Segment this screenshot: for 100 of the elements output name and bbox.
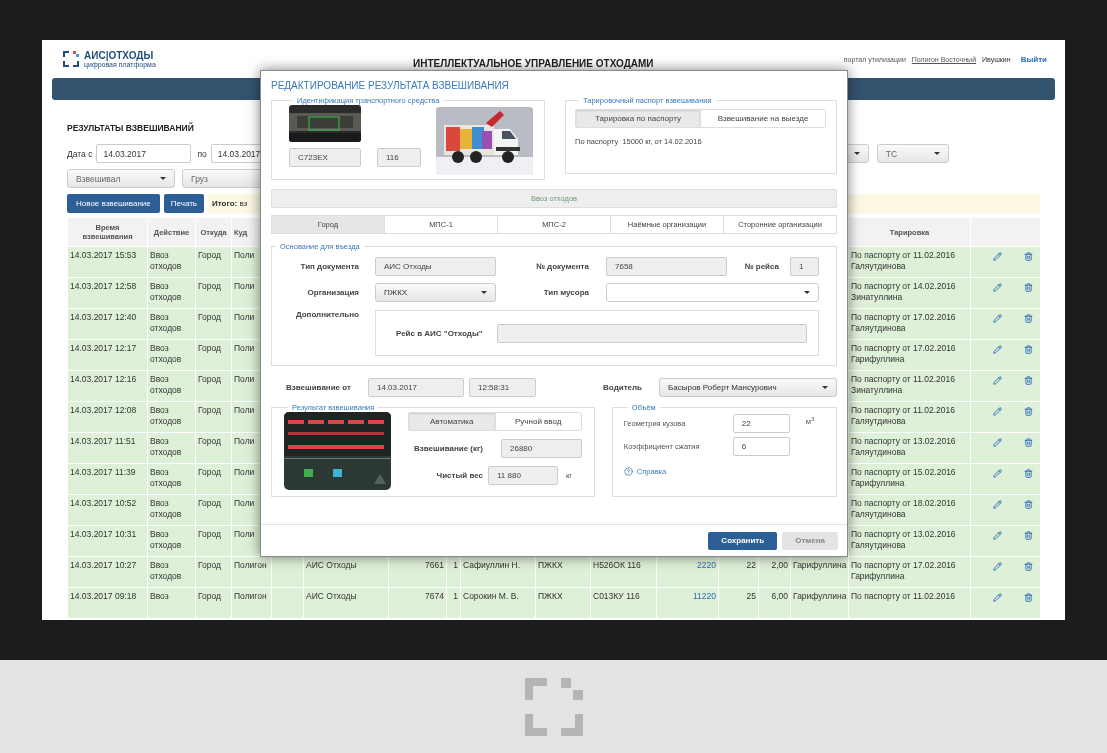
edit-icon[interactable] (993, 283, 1002, 292)
edit-icon[interactable] (993, 593, 1002, 602)
field-label: Чистый вес (435, 471, 483, 480)
table-cell: 14.03.2017 11:51 (67, 432, 148, 464)
edit-icon[interactable] (993, 500, 1002, 509)
table-cell: Ввоз отходов (147, 246, 196, 278)
plate-field[interactable]: С723ЕХ (289, 148, 361, 167)
logout-link[interactable]: Выйти (1020, 54, 1047, 64)
table-cell: 14.03.2017 15:53 (67, 246, 148, 278)
trash-icon[interactable] (1024, 283, 1033, 292)
table-cell: Сорокин М. В. (460, 587, 536, 619)
table-cell: По паспорту от 11.02.2016 Галяутдинова (848, 246, 971, 278)
edit-icon[interactable] (993, 407, 1002, 416)
table-cell: По паспорту от 15.02.2016 Гарифуллина (848, 463, 971, 495)
filter-select[interactable]: Взвешивал (67, 169, 175, 188)
trash-icon[interactable] (1024, 345, 1033, 354)
table-cell: Ввоз отходов (147, 339, 196, 371)
trash-icon[interactable] (1024, 314, 1033, 323)
doc-number-field[interactable]: 7658 (606, 257, 727, 276)
table-cell: По паспорту от 11.02.2016 Галяутдинова (848, 401, 971, 433)
edit-icon[interactable] (993, 531, 1002, 540)
waste-type-select[interactable] (606, 283, 819, 302)
field-label: по (197, 148, 207, 159)
table-cell: Ввоз отходов (147, 525, 196, 557)
table-cell: ПЖКХ (535, 556, 591, 588)
doc-type-field[interactable]: АИС Отходы (375, 257, 496, 276)
trash-icon[interactable] (1024, 438, 1033, 447)
table-cell: 14.03.2017 12:40 (67, 308, 148, 340)
caret-icon (160, 177, 166, 180)
edit-icon[interactable] (993, 469, 1002, 478)
body-volume-field[interactable]: 22 (732, 414, 790, 433)
table-cell: По паспорту от 17.02.2016 Гарифуллина (848, 339, 971, 371)
table-cell: ПЖКХ (535, 587, 591, 619)
gross-weight-field[interactable]: 26880 (501, 439, 582, 458)
field-label: Тип документа (299, 262, 359, 271)
trash-icon[interactable] (1024, 593, 1033, 602)
table-cell: По паспорту от 18.02.2016 Галяутдинова (848, 494, 971, 526)
table-cell: 14.03.2017 10:27 (67, 556, 148, 588)
table-cell: 14.03.2017 12:16 (67, 370, 148, 402)
field-label: Водитель (602, 383, 642, 392)
table-cell: Ввоз отходов (147, 277, 196, 309)
date-field[interactable]: 14.03.2017 (368, 378, 464, 397)
table-cell: Ввоз отходов (147, 401, 196, 433)
trash-icon[interactable] (1024, 469, 1033, 478)
table-cell: Ввоз отходов (147, 308, 196, 340)
help-icon (623, 467, 633, 476)
field-label: № рейса (743, 262, 779, 271)
edit-icon[interactable] (993, 345, 1002, 354)
net-weight-field[interactable]: 11 880 (488, 466, 558, 485)
filter-select[interactable]: ТС (876, 144, 949, 163)
table-cell: По паспорту от 11.02.2016 Зинатуллина (848, 370, 971, 402)
mode-toggle[interactable]: Тарировка по паспорту (576, 110, 701, 127)
table-cell: Ввоз отходов (147, 370, 196, 402)
field-label: Организация (306, 288, 359, 297)
app-title: ИНТЕЛЛЕКТУАЛЬНОЕ УПРАВЛЕНИЕ ОТХОДАМИ (413, 56, 655, 69)
table-cell: По паспорту от 14.02.2016 Зинатуллина (848, 277, 971, 309)
trash-icon[interactable] (1024, 500, 1033, 509)
edit-icon[interactable] (993, 314, 1002, 323)
mode-toggle[interactable]: Автоматика (409, 413, 496, 430)
edit-icon[interactable] (993, 438, 1002, 447)
logo-icon (524, 677, 583, 736)
table-cell: Н526ОК 116 (590, 556, 657, 588)
table-cell: АИС Отходы (303, 587, 389, 619)
trash-icon[interactable] (1024, 562, 1033, 571)
dialog-title: РЕДАКТИРОВАНИЕ РЕЗУЛЬТАТА ВЗВЕШИВАНИЯ (271, 80, 510, 93)
table-cell: По паспорту от 13.02.2016 Галяутдинова (848, 432, 971, 464)
table-cell: По паспорту от 17.02.2016 Гарифуллина (848, 556, 971, 588)
table-cell: Гарифуллина (790, 587, 849, 619)
field-label: № документа (534, 262, 589, 271)
driver-select[interactable]: Басыров Роберт Мансурович (659, 378, 837, 397)
field-label: Взвешивание от (286, 383, 352, 392)
table-cell: Ввоз отходов (147, 463, 196, 495)
trash-icon[interactable] (1024, 376, 1033, 385)
ais-trip-field[interactable] (497, 323, 807, 343)
table-cell: 14.03.2017 12:58 (67, 277, 148, 309)
table-cell: 14.03.2017 12:17 (67, 339, 148, 371)
compression-field[interactable]: 6 (732, 437, 790, 456)
edit-icon[interactable] (993, 376, 1002, 385)
table-cell: Гарифуллина (790, 556, 849, 588)
trash-icon[interactable] (1024, 531, 1033, 540)
table-cell: Сафиуллин Н. (460, 556, 536, 588)
time-field[interactable]: 12:58:31 (469, 378, 536, 397)
logo-icon (62, 50, 80, 68)
table-cell: АИС Отходы (303, 556, 389, 588)
trash-icon[interactable] (1024, 407, 1033, 416)
edit-icon[interactable] (993, 562, 1002, 571)
table-cell: По паспорту от 17.02.2016 Галяутдинова (848, 308, 971, 340)
table-cell: Ввоз (147, 587, 196, 619)
trash-icon[interactable] (1024, 252, 1033, 261)
edit-icon[interactable] (993, 252, 1002, 261)
region-field[interactable]: 116 (377, 148, 421, 167)
date-field[interactable]: 14.03.2017 (96, 144, 192, 163)
new-weighing-button[interactable]: Новое взвешивание (67, 194, 160, 213)
caret-icon (804, 291, 810, 294)
organization-select[interactable]: ПЖКХ (375, 283, 496, 302)
trip-field[interactable]: 1 (790, 257, 819, 276)
print-button[interactable]: Печать (163, 194, 204, 213)
save-button[interactable]: Сохранить (708, 531, 778, 550)
page-title: РЕЗУЛЬТАТЫ ВЗВЕШИВАНИЙ (67, 123, 195, 135)
table-cell: По паспорту от 11.02.2016 (848, 587, 971, 619)
